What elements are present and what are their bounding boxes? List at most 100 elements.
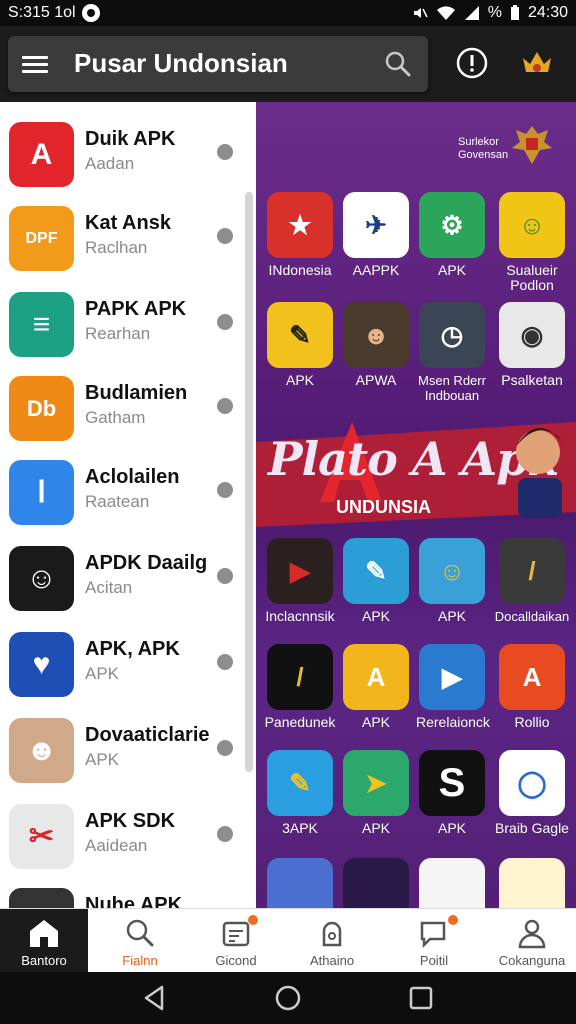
app-tile[interactable]: ☺ Sualueir Podlon	[492, 192, 572, 293]
app-tile[interactable]: ◯ Braib Gagle	[492, 750, 572, 836]
app-icon-glyph: /	[296, 661, 304, 692]
app-icon-glyph: ✎	[289, 319, 311, 350]
list-item[interactable]: ☺ APDK Daailg Acitan	[0, 526, 256, 612]
app-icon	[499, 858, 565, 908]
app-icon: Db	[9, 376, 74, 441]
app-tile[interactable]: ☺ APK	[416, 538, 488, 624]
list-item[interactable]: DPF Kat Ansk Raclhan	[0, 186, 256, 272]
list-item[interactable]: ♥ APK, APK APK	[0, 612, 256, 698]
recents-icon[interactable]	[406, 983, 436, 1013]
home-button-icon[interactable]	[273, 983, 303, 1013]
search-icon[interactable]	[384, 50, 412, 78]
app-tile[interactable]: ◷ Msen Rderr Indbouan	[412, 302, 492, 403]
app-icon-glyph: ◷	[440, 319, 464, 350]
list-item[interactable]: ☻ Dovaaticlarie APK	[0, 698, 256, 784]
app-icon: ⚙	[419, 192, 485, 258]
app-icon: ✎	[267, 302, 333, 368]
menu-icon[interactable]	[22, 52, 48, 74]
nav-label: Gicond	[215, 953, 257, 968]
nav-item-search[interactable]: Fialnn	[96, 909, 184, 973]
status-dot	[217, 654, 233, 670]
app-tile[interactable]: ☻ APWA	[340, 302, 412, 388]
app-icon-glyph: A	[366, 661, 386, 692]
app-tile[interactable]: ◉ Psalketan	[492, 302, 572, 388]
status-time-right: 24:30	[527, 4, 568, 21]
header-title: Pusar Undonsian	[74, 48, 288, 78]
app-tile[interactable]: A Rollio	[492, 644, 572, 730]
app-tile[interactable]: ▶ Rerelaionck	[416, 644, 490, 730]
list-item-title: APK, APK	[85, 638, 180, 660]
app-icon-glyph: ◯	[517, 767, 547, 798]
app-tile[interactable]	[416, 858, 488, 908]
app-icon-glyph: ✈	[365, 209, 387, 240]
emblem-icon	[512, 126, 552, 164]
list-item-subtitle: APK	[85, 664, 120, 683]
app-tile[interactable]	[340, 858, 412, 908]
app-icon: A	[343, 644, 409, 710]
app-tile[interactable]: ▶ Inclacnnsik	[264, 538, 336, 624]
list-item-title: Duik APK	[85, 128, 176, 150]
list-item[interactable]: A Duik APK Aadan	[0, 102, 256, 188]
calendar-icon	[222, 921, 250, 947]
list-item[interactable]: Ⅰ Aclolailen Raatean	[0, 440, 256, 526]
app-icon-glyph: ☺	[438, 555, 466, 586]
app-label: Rerelaionck	[416, 714, 490, 730]
app-label: Sualueir Podlon	[506, 262, 558, 293]
app-icon: Ⅰ	[9, 460, 74, 525]
app-icon-glyph: ★	[288, 209, 312, 240]
corner-caption: Surlekor Govensan	[458, 136, 508, 162]
corner-caption-line: Govensan	[458, 149, 509, 161]
status-bar: S:315 1ol % 24:30	[0, 0, 576, 26]
bottom-navigation: Bantoro Fialnn Gicond Athaino Poitil Cok…	[0, 908, 576, 973]
list-item[interactable]: Db Budlamien Gatham	[0, 356, 256, 442]
app-icon: ✎	[267, 750, 333, 816]
nav-item-profile[interactable]: Cokanguna	[488, 909, 576, 973]
app-icon: ☻	[9, 718, 74, 783]
app-tile[interactable]: A APK	[340, 644, 412, 730]
app-tile[interactable]: ✎ 3APK	[264, 750, 336, 836]
list-item-subtitle: Gatham	[85, 408, 146, 427]
nav-item-home[interactable]: Bantoro	[0, 909, 88, 973]
app-tile[interactable]: / Panedunek	[264, 644, 336, 730]
list-item[interactable]: ✂ APK SDK Aaidean	[0, 784, 256, 870]
crown-icon[interactable]	[520, 48, 554, 78]
app-icon: ☻	[343, 302, 409, 368]
notification-badge	[248, 915, 258, 925]
app-tile[interactable]	[492, 858, 572, 908]
list-item[interactable]: ≡ PAPK APK Rearhan	[0, 272, 256, 358]
app-icon-glyph: ♥	[32, 647, 51, 681]
app-tile[interactable]: ✎ APK	[340, 538, 412, 624]
list-item-subtitle: Acitan	[85, 578, 133, 597]
app-icon: ▶	[267, 538, 333, 604]
app-icon: /	[499, 538, 565, 604]
app-label: Inclacnnsik	[265, 608, 335, 624]
nav-item-lock[interactable]: Athaino	[288, 909, 376, 973]
app-icon-glyph: ☻	[25, 733, 58, 767]
app-tile[interactable]: S APK	[416, 750, 488, 836]
app-tile[interactable]: ✈ AAPPK	[340, 192, 412, 278]
list-item-title: PAPK APK	[85, 298, 187, 320]
app-label: APK	[361, 608, 390, 624]
status-dot	[217, 144, 233, 160]
back-icon[interactable]	[140, 983, 170, 1013]
list-item-subtitle: APK	[85, 750, 120, 769]
list-item[interactable]: ☺ Nuhe APK	[0, 868, 256, 908]
app-icon-glyph: ≡	[32, 307, 51, 341]
app-tile[interactable]: ★ INdonesia	[264, 192, 336, 278]
app-label: AAPPK	[352, 262, 400, 278]
app-label: Rollio	[514, 714, 550, 730]
nav-item-chat[interactable]: Poitil	[390, 909, 478, 973]
app-tile[interactable]: ⚙ APK	[416, 192, 488, 278]
search-bar[interactable]: Pusar Undonsian	[8, 36, 428, 92]
nav-item-calendar[interactable]: Gicond	[192, 909, 280, 973]
scrollbar[interactable]	[245, 192, 253, 772]
app-icon-glyph: Ⅰ	[37, 476, 46, 509]
app-label: Docalldaikan	[494, 609, 570, 624]
app-tile[interactable]: ✎ APK	[264, 302, 336, 388]
info-icon[interactable]	[455, 46, 489, 80]
app-tile[interactable]	[264, 858, 336, 908]
app-tile[interactable]: / Docalldaikan	[492, 538, 572, 624]
app-icon: /	[267, 644, 333, 710]
promo-banner[interactable]: Plato A Apk UNDUNSIA	[256, 402, 576, 527]
app-tile[interactable]: ➤ APK	[340, 750, 412, 836]
